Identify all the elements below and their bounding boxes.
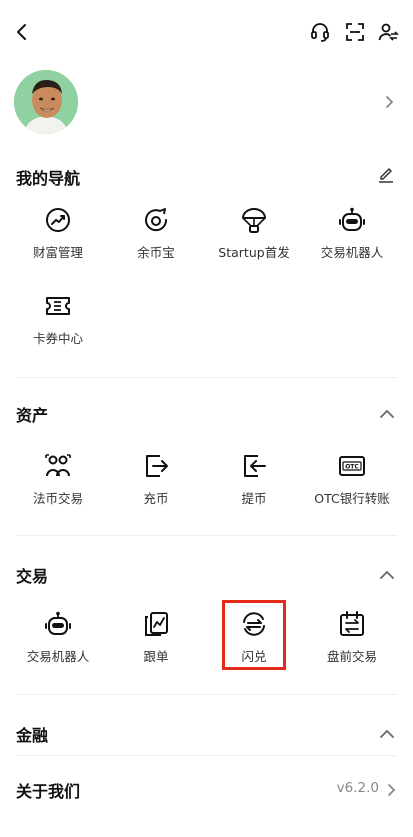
parachute-icon: [240, 206, 268, 234]
nav-item-trading-bot[interactable]: 交易机器人: [304, 206, 400, 266]
pre-market-icon: [338, 610, 366, 638]
nav-item-label: 财富管理: [32, 245, 83, 260]
trade-item-trading-bot[interactable]: 交易机器人: [10, 610, 106, 670]
trade-item-copy-trading[interactable]: 跟单: [108, 610, 204, 670]
otc-icon: OTC: [338, 452, 366, 480]
nav-item-label: 交易机器人: [320, 245, 384, 260]
profile-row[interactable]: [14, 70, 399, 134]
version-label: v6.2.0: [336, 780, 379, 796]
edit-icon[interactable]: [377, 166, 397, 186]
switch-account-icon[interactable]: [374, 18, 402, 46]
divider: [16, 694, 397, 695]
deposit-icon: [142, 452, 170, 480]
nav-item-savings[interactable]: 余币宝: [108, 206, 204, 266]
withdraw-icon: [240, 452, 268, 480]
assets-item-label: 充币: [143, 491, 169, 506]
trade-section-title: 交易: [16, 567, 49, 586]
trade-item-label: 跟单: [143, 649, 169, 664]
about-title: 关于我们: [16, 782, 81, 801]
nav-item-label: Startup首发: [218, 245, 290, 260]
nav-item-wealth[interactable]: 财富管理: [10, 206, 106, 266]
copy-trading-icon: [142, 610, 170, 638]
assets-item-otc[interactable]: OTC OTC银行转账: [304, 452, 400, 512]
svg-text:OTC: OTC: [345, 464, 359, 471]
robot-icon: [44, 610, 72, 638]
assets-item-label: OTC银行转账: [314, 491, 390, 506]
back-icon[interactable]: [10, 18, 34, 46]
chevron-right-icon[interactable]: [379, 90, 399, 114]
trade-item-label: 盘前交易: [326, 649, 377, 664]
divider: [16, 377, 397, 378]
avatar[interactable]: [14, 70, 78, 134]
scan-icon[interactable]: [341, 18, 369, 46]
chevron-up-icon[interactable]: [377, 404, 397, 424]
chevron-up-icon[interactable]: [377, 565, 397, 585]
assets-item-label: 提币: [241, 491, 267, 506]
nav-section-title: 我的导航: [16, 169, 81, 188]
highlight-box: [222, 600, 286, 670]
headset-icon[interactable]: [306, 18, 334, 46]
assets-item-withdraw[interactable]: 提币: [206, 452, 302, 512]
divider: [16, 535, 397, 536]
robot-icon: [338, 206, 366, 234]
chevron-up-icon[interactable]: [377, 724, 397, 744]
nav-item-label: 卡券中心: [32, 331, 83, 346]
wealth-chart-icon: [44, 206, 72, 234]
assets-item-p2p[interactable]: 法币交易: [10, 452, 106, 512]
assets-item-deposit[interactable]: 充币: [108, 452, 204, 512]
chevron-right-icon: [383, 780, 399, 800]
trade-item-pre-market[interactable]: 盘前交易: [304, 610, 400, 670]
nav-item-coupons[interactable]: 卡券中心: [10, 292, 106, 352]
nav-item-startup[interactable]: Startup首发: [206, 206, 302, 266]
savings-icon: [142, 206, 170, 234]
nav-item-label: 余币宝: [137, 245, 175, 260]
account-menu-page: 我的导航 财富管理 余币宝 Startup首发 交易机器人 卡券中心 资产 法币…: [0, 0, 413, 837]
finance-section-title: 金融: [16, 726, 49, 745]
divider: [16, 755, 397, 756]
ticket-icon: [44, 292, 72, 320]
p2p-users-icon: [44, 452, 72, 480]
top-bar: [0, 18, 413, 46]
assets-item-label: 法币交易: [32, 491, 83, 506]
assets-section-title: 资产: [16, 406, 49, 425]
trade-item-label: 交易机器人: [26, 649, 90, 664]
about-row[interactable]: 关于我们 v6.2.0: [0, 768, 413, 812]
